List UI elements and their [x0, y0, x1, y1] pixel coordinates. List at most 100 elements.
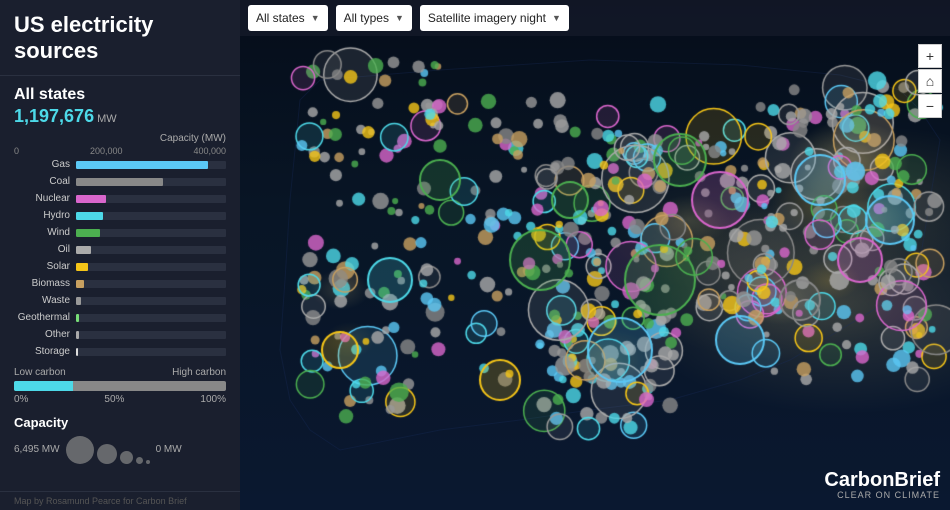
- axis-0: 0: [14, 146, 19, 156]
- bar-label: Biomass: [14, 278, 76, 289]
- carbon-pct-labels: 0% 50% 100%: [14, 394, 226, 405]
- map-controls: + ⌂ −: [918, 44, 942, 119]
- types-dropdown[interactable]: All types ▼: [336, 5, 412, 31]
- bar-track: [76, 314, 226, 322]
- circle-micro: [146, 460, 150, 464]
- mw-unit: MW: [94, 113, 117, 125]
- pct-100: 100%: [200, 394, 226, 405]
- states-dropdown[interactable]: All states ▼: [248, 5, 328, 31]
- bar-fill: [76, 161, 208, 169]
- bar-track: [76, 229, 226, 237]
- carbon-low-label: Low carbon: [14, 367, 66, 378]
- carbon-high-label: High carbon: [172, 367, 226, 378]
- bar-fill: [76, 297, 81, 305]
- bar-label: Coal: [14, 176, 76, 187]
- zoom-in-button[interactable]: +: [918, 44, 942, 68]
- map-header: All states ▼ All types ▼ Satellite image…: [240, 0, 950, 36]
- carbonbrief-logo: CarbonBrief CLEAR ON CLIMATE: [824, 470, 940, 500]
- bar-row-hydro: Hydro: [14, 209, 226, 223]
- bar-label: Waste: [14, 295, 76, 306]
- bar-row-nuclear: Nuclear: [14, 192, 226, 206]
- states-dropdown-arrow: ▼: [311, 13, 320, 23]
- bar-fill: [76, 348, 78, 356]
- watermark: Map by Rosamund Pearce for Carbon Brief: [0, 491, 240, 510]
- bar-track: [76, 348, 226, 356]
- bar-row-other: Other: [14, 328, 226, 342]
- imagery-dropdown-arrow: ▼: [552, 13, 561, 23]
- types-dropdown-arrow: ▼: [395, 13, 404, 23]
- bar-track: [76, 246, 226, 254]
- bar-fill: [76, 178, 163, 186]
- bar-row-wind: Wind: [14, 226, 226, 240]
- capacity-min: 0 MW: [156, 444, 182, 455]
- carbon-bar-track: [14, 381, 226, 391]
- bar-fill: [76, 331, 79, 339]
- bar-track: [76, 263, 226, 271]
- bar-row-waste: Waste: [14, 294, 226, 308]
- mw-range: 6,495 MW 0 MW: [14, 436, 226, 464]
- imagery-dropdown-label: Satellite imagery night: [428, 11, 546, 25]
- bar-row-storage: Storage: [14, 345, 226, 359]
- cb-sub: CLEAR ON CLIMATE: [824, 490, 940, 500]
- bar-fill: [76, 263, 88, 271]
- bar-label: Solar: [14, 261, 76, 272]
- bar-row-gas: Gas: [14, 158, 226, 172]
- bar-row-geothermal: Geothermal: [14, 311, 226, 325]
- bar-fill: [76, 246, 91, 254]
- bar-fill: [76, 314, 79, 322]
- imagery-dropdown[interactable]: Satellite imagery night ▼: [420, 5, 569, 31]
- bar-fill: [76, 195, 106, 203]
- bar-fill: [76, 280, 84, 288]
- bar-track: [76, 195, 226, 203]
- bar-row-biomass: Biomass: [14, 277, 226, 291]
- circle-tiny: [136, 457, 143, 464]
- bar-label: Gas: [14, 159, 76, 170]
- panel-body: All states 1,197,676 MW Capacity (MW) 0 …: [0, 76, 240, 491]
- bar-track: [76, 212, 226, 220]
- bar-track: [76, 280, 226, 288]
- bar-track: [76, 331, 226, 339]
- carbon-labels: Low carbon High carbon: [14, 367, 226, 378]
- bar-fill: [76, 229, 100, 237]
- chart-title: Capacity (MW): [14, 133, 226, 144]
- bars-container: Gas Coal Nuclear Hydro Wind Oil Solar Biomass Wa…: [14, 158, 226, 359]
- capacity-max: 6,495 MW: [14, 444, 60, 455]
- home-button[interactable]: ⌂: [918, 69, 942, 93]
- bar-label: Oil: [14, 244, 76, 255]
- zoom-out-button[interactable]: −: [918, 94, 942, 118]
- cb-name: CarbonBrief: [824, 470, 940, 490]
- panel-title: US electricity sources: [0, 0, 240, 76]
- pct-0: 0%: [14, 394, 28, 405]
- capacity-legend: Capacity 6,495 MW 0 MW: [14, 415, 226, 464]
- types-dropdown-label: All types: [344, 11, 389, 25]
- bar-track: [76, 297, 226, 305]
- circle-medium: [97, 444, 117, 464]
- bar-label: Nuclear: [14, 193, 76, 204]
- total-mw: 1,197,676 MW: [14, 106, 226, 127]
- dots-layer: [240, 0, 950, 510]
- circle-large: [66, 436, 94, 464]
- bar-track: [76, 178, 226, 186]
- bar-label: Geothermal: [14, 312, 76, 323]
- bar-label: Wind: [14, 227, 76, 238]
- axis-labels: 0 200,000 400,000: [14, 146, 226, 156]
- bar-track: [76, 161, 226, 169]
- bar-fill: [76, 212, 103, 220]
- bar-label: Storage: [14, 346, 76, 357]
- chart-section: Capacity (MW) 0 200,000 400,000 Gas Coal N…: [14, 133, 226, 359]
- map-area: All states ▼ All types ▼ Satellite image…: [240, 0, 950, 510]
- bar-label: Hydro: [14, 210, 76, 221]
- circle-small: [120, 451, 133, 464]
- region-label: All states: [14, 86, 226, 104]
- pct-50: 50%: [104, 394, 124, 405]
- bar-row-oil: Oil: [14, 243, 226, 257]
- states-dropdown-label: All states: [256, 11, 305, 25]
- carbon-bar-fill: [14, 381, 73, 391]
- left-panel: US electricity sources All states 1,197,…: [0, 0, 240, 510]
- carbon-section: Low carbon High carbon 0% 50% 100%: [14, 367, 226, 405]
- capacity-legend-title: Capacity: [14, 415, 226, 430]
- bar-label: Other: [14, 329, 76, 340]
- bar-row-coal: Coal: [14, 175, 226, 189]
- axis-400k: 400,000: [193, 146, 226, 156]
- axis-200k: 200,000: [90, 146, 123, 156]
